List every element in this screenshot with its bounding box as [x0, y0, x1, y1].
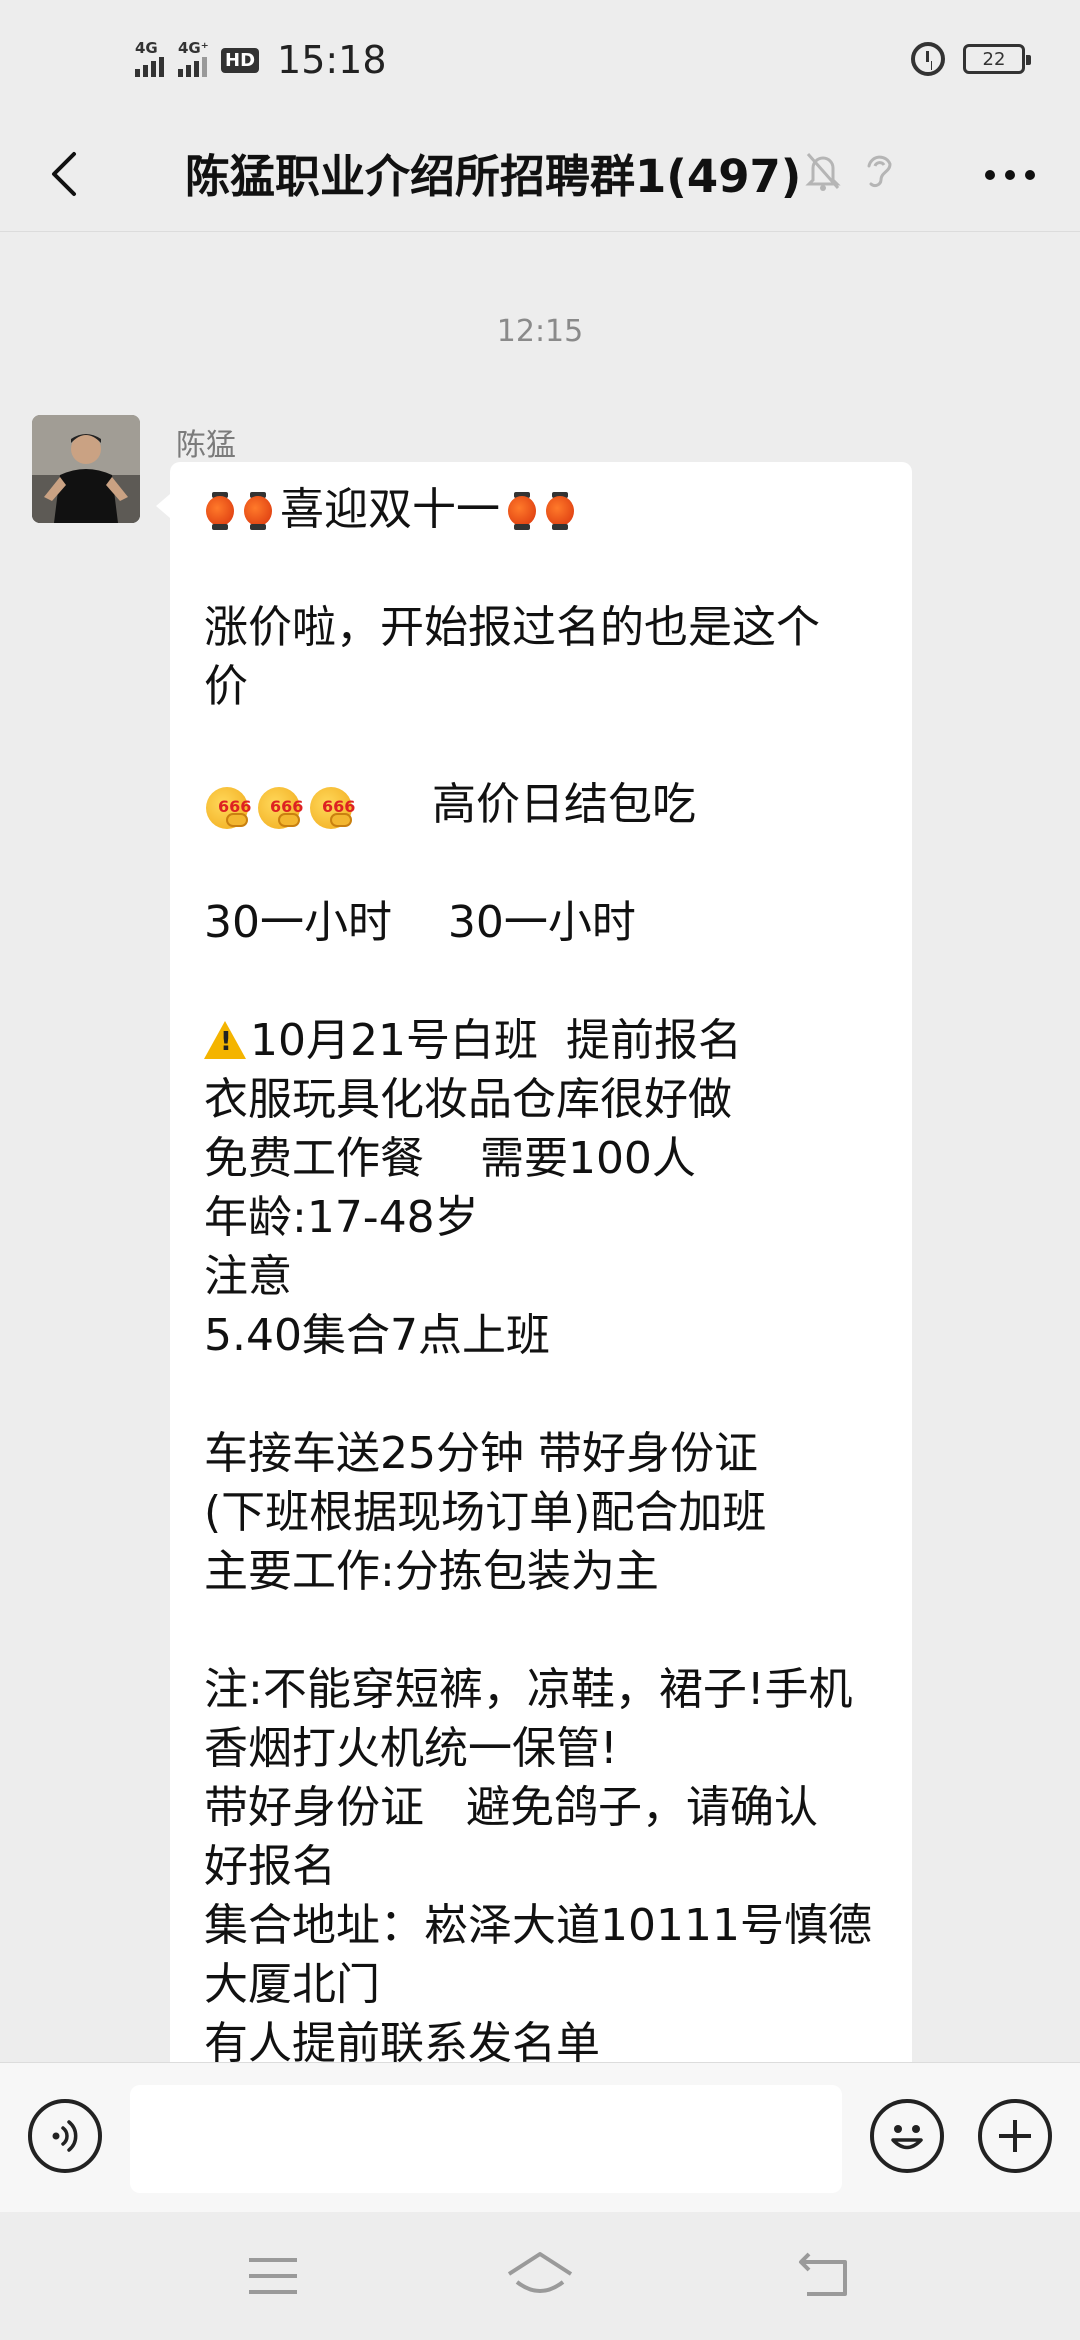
status-bar: 4G 4G⁺ HD 15:18 22 — [0, 0, 1080, 120]
lantern-icon — [204, 490, 236, 530]
message-line: 666 666 666 高价日结包吃 — [204, 775, 880, 834]
666-emoji-icon: 666 — [204, 779, 254, 829]
alarm-icon — [911, 42, 945, 76]
chat-header: 陈猛职业介绍所招聘群1(497) — [0, 120, 1080, 232]
menu-icon[interactable] — [243, 2248, 303, 2304]
message-timestamp: 12:15 — [496, 314, 584, 349]
message-line — [204, 1601, 880, 1660]
more-dots-icon[interactable] — [980, 160, 1040, 190]
message-line: 10月21号白班 提前报名 — [204, 1011, 880, 1070]
chat-area[interactable]: 12:15 陈猛 喜迎双十一 涨价啦，开始报过名的也是这个 价 666 666 66… — [0, 232, 1080, 2062]
message-bubble[interactable]: 喜迎双十一 涨价啦，开始报过名的也是这个 价 666 666 666 高价日结包吃 3… — [156, 462, 912, 2062]
message-line: 30一小时 30一小时 — [204, 897, 636, 948]
message-line: 免费工作餐 需要100人 — [204, 1133, 696, 1184]
input-bar — [0, 2062, 1080, 2212]
message-text: 10月21号白班 提前报名 — [250, 1015, 742, 1066]
system-navigation-bar — [0, 2212, 1080, 2340]
status-right: 22 — [911, 42, 1031, 76]
lantern-icon — [506, 490, 538, 530]
message-line — [204, 952, 880, 1011]
ear-icon — [863, 150, 893, 196]
message-line — [204, 539, 880, 598]
lantern-icon — [544, 490, 576, 530]
bell-off-icon — [805, 150, 841, 196]
plus-icon[interactable] — [978, 2099, 1052, 2173]
message-text: 高价日结包吃 — [432, 779, 696, 830]
message-line — [204, 1365, 880, 1424]
signal-label-2: 4G⁺ — [178, 39, 209, 57]
message-line: (下班根据现场订单)配合加班 — [204, 1487, 767, 1538]
message-line: 5.40集合7点上班 — [204, 1310, 550, 1361]
status-time: 15:18 — [277, 38, 387, 82]
message-line: 年龄:17-48岁 — [204, 1192, 479, 1243]
message-line: 集合地址：崧泽大道10111号慎德 — [204, 1900, 872, 1951]
home-icon[interactable] — [505, 2248, 575, 2304]
message-line: 喜迎双十一 — [204, 480, 880, 539]
header-status-icons — [805, 150, 893, 196]
666-emoji-icon: 666 — [308, 779, 358, 829]
return-icon[interactable] — [795, 2248, 855, 2304]
message-line: 衣服玩具化妆品仓库很好做 — [204, 1074, 732, 1125]
message-line — [204, 716, 880, 775]
666-emoji-icon: 666 — [256, 779, 306, 829]
message-line: 香烟打火机统一保管! — [204, 1723, 618, 1774]
warning-icon — [204, 1021, 246, 1059]
message-line: 好报名 — [204, 1841, 336, 1892]
signal-icon: 4G — [135, 39, 164, 77]
message-line: 注意 — [204, 1251, 292, 1302]
message-line — [204, 834, 880, 893]
lantern-icon — [242, 490, 274, 530]
message-line: 车接车送25分钟 带好身份证 — [204, 1428, 758, 1479]
battery-level: 22 — [982, 48, 1006, 70]
message-input[interactable] — [130, 2085, 842, 2193]
hd-badge: HD — [221, 47, 260, 73]
message-text: 喜迎双十一 — [280, 484, 500, 535]
message-line: 涨价啦，开始报过名的也是这个 — [204, 602, 820, 653]
message-line: 主要工作:分拣包装为主 — [204, 1546, 659, 1597]
group-title: 陈猛职业介绍所招聘群1(497) — [185, 150, 802, 203]
voice-icon[interactable] — [28, 2099, 102, 2173]
signal-icon-2: 4G⁺ — [178, 39, 209, 77]
sender-name: 陈猛 — [176, 428, 236, 463]
emoji-icon[interactable] — [870, 2099, 944, 2173]
message-line: 有人提前联系发名单 — [204, 2018, 600, 2062]
battery-icon: 22 — [963, 44, 1031, 74]
message-line: 大厦北门 — [204, 1959, 380, 2010]
message-line: 带好身份证 避免鸽子，请确认 — [204, 1782, 818, 1833]
status-left: 4G 4G⁺ HD 15:18 — [135, 38, 387, 82]
message-line: 注:不能穿短裤，凉鞋，裙子!手机 — [204, 1664, 853, 1715]
avatar[interactable] — [32, 415, 140, 523]
back-arrow-icon[interactable] — [38, 144, 98, 204]
signal-label: 4G — [135, 39, 158, 57]
message-line: 价 — [204, 661, 248, 712]
